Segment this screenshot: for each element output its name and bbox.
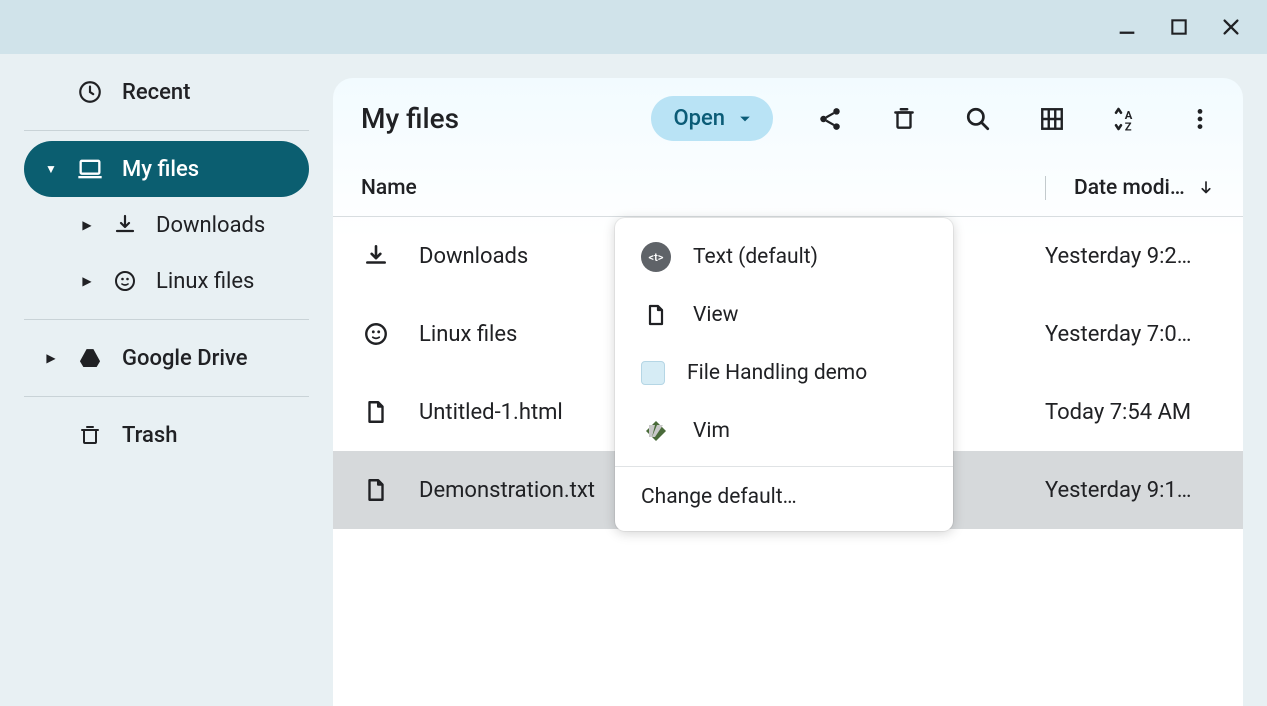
chevron-right-icon: ▶	[80, 274, 94, 288]
grid-view-icon[interactable]	[1037, 104, 1067, 134]
sidebar-item-label: Linux files	[156, 269, 254, 294]
column-name[interactable]: Name	[361, 176, 670, 200]
drive-icon	[76, 344, 104, 372]
svg-text:Z: Z	[1125, 120, 1132, 133]
penguin-icon	[361, 319, 391, 349]
laptop-icon	[76, 155, 104, 183]
minimize-button[interactable]	[1103, 3, 1151, 51]
file-icon	[361, 397, 391, 427]
sidebar-item-label: Recent	[122, 80, 190, 105]
sidebar-item-label: Downloads	[156, 213, 265, 238]
vim-icon	[641, 416, 671, 446]
arrow-down-icon	[1197, 179, 1215, 197]
close-button[interactable]	[1207, 3, 1255, 51]
sidebar: Recent ▼ My files ▶ Downloads ▶	[0, 54, 333, 706]
sidebar-item-label: Trash	[122, 423, 177, 448]
maximize-button[interactable]	[1155, 3, 1203, 51]
chevron-down-icon	[739, 113, 751, 125]
file-name: Downloads	[419, 244, 528, 269]
penguin-icon	[112, 267, 138, 295]
sidebar-item-recent[interactable]: Recent	[24, 64, 309, 120]
trash-icon	[76, 421, 104, 449]
sort-icon[interactable]: AZ	[1111, 104, 1141, 134]
menu-divider	[615, 466, 953, 467]
file-name: Linux files	[419, 322, 517, 347]
file-icon	[641, 300, 671, 330]
page-title: My files	[361, 102, 459, 135]
sidebar-item-label: Google Drive	[122, 346, 248, 371]
menu-item-label: Change default…	[641, 485, 797, 509]
window-titlebar	[0, 0, 1267, 54]
menu-item-view[interactable]: View	[615, 286, 953, 344]
menu-item-text-default[interactable]: <t> Text (default)	[615, 228, 953, 286]
file-date: Yesterday 9:2…	[1045, 244, 1215, 269]
app-icon	[641, 361, 665, 385]
menu-item-vim[interactable]: Vim	[615, 402, 953, 460]
download-icon	[361, 241, 391, 271]
file-date: Today 7:54 AM	[1045, 400, 1215, 425]
chevron-right-icon: ▶	[44, 351, 58, 365]
text-app-icon: <t>	[641, 242, 671, 272]
file-icon	[361, 475, 391, 505]
file-date: Yesterday 9:1…	[1045, 478, 1215, 503]
search-icon[interactable]	[963, 104, 993, 134]
sidebar-item-google-drive[interactable]: ▶ Google Drive	[24, 330, 309, 386]
menu-item-label: Vim	[693, 419, 730, 443]
chevron-down-icon: ▼	[44, 162, 58, 176]
sidebar-item-trash[interactable]: Trash	[24, 407, 309, 463]
file-date: Yesterday 7:0…	[1045, 322, 1215, 347]
open-button-label: Open	[673, 106, 725, 131]
open-with-menu: <t> Text (default) View File Handling de…	[615, 218, 953, 531]
chevron-right-icon: ▶	[80, 218, 94, 232]
download-icon	[112, 211, 138, 239]
menu-item-label: File Handling demo	[687, 361, 867, 385]
sidebar-item-downloads[interactable]: ▶ Downloads	[24, 197, 309, 253]
menu-item-label: Text (default)	[693, 245, 818, 269]
delete-icon[interactable]	[889, 104, 919, 134]
column-header: Name Date modi…	[333, 159, 1243, 217]
more-icon[interactable]	[1185, 104, 1215, 134]
main-header: My files Open AZ	[333, 78, 1243, 159]
file-name: Demonstration.txt	[419, 478, 595, 503]
menu-item-change-default[interactable]: Change default…	[615, 473, 953, 521]
menu-item-label: View	[693, 303, 738, 327]
column-date[interactable]: Date modi…	[1045, 176, 1215, 200]
open-button[interactable]: Open	[651, 96, 773, 141]
share-icon[interactable]	[815, 104, 845, 134]
clock-icon	[76, 78, 104, 106]
sidebar-item-linux-files[interactable]: ▶ Linux files	[24, 253, 309, 309]
sidebar-item-label: My files	[122, 157, 199, 182]
sidebar-item-my-files[interactable]: ▼ My files	[24, 141, 309, 197]
menu-item-file-handling-demo[interactable]: File Handling demo	[615, 344, 953, 402]
file-name: Untitled-1.html	[419, 400, 563, 425]
